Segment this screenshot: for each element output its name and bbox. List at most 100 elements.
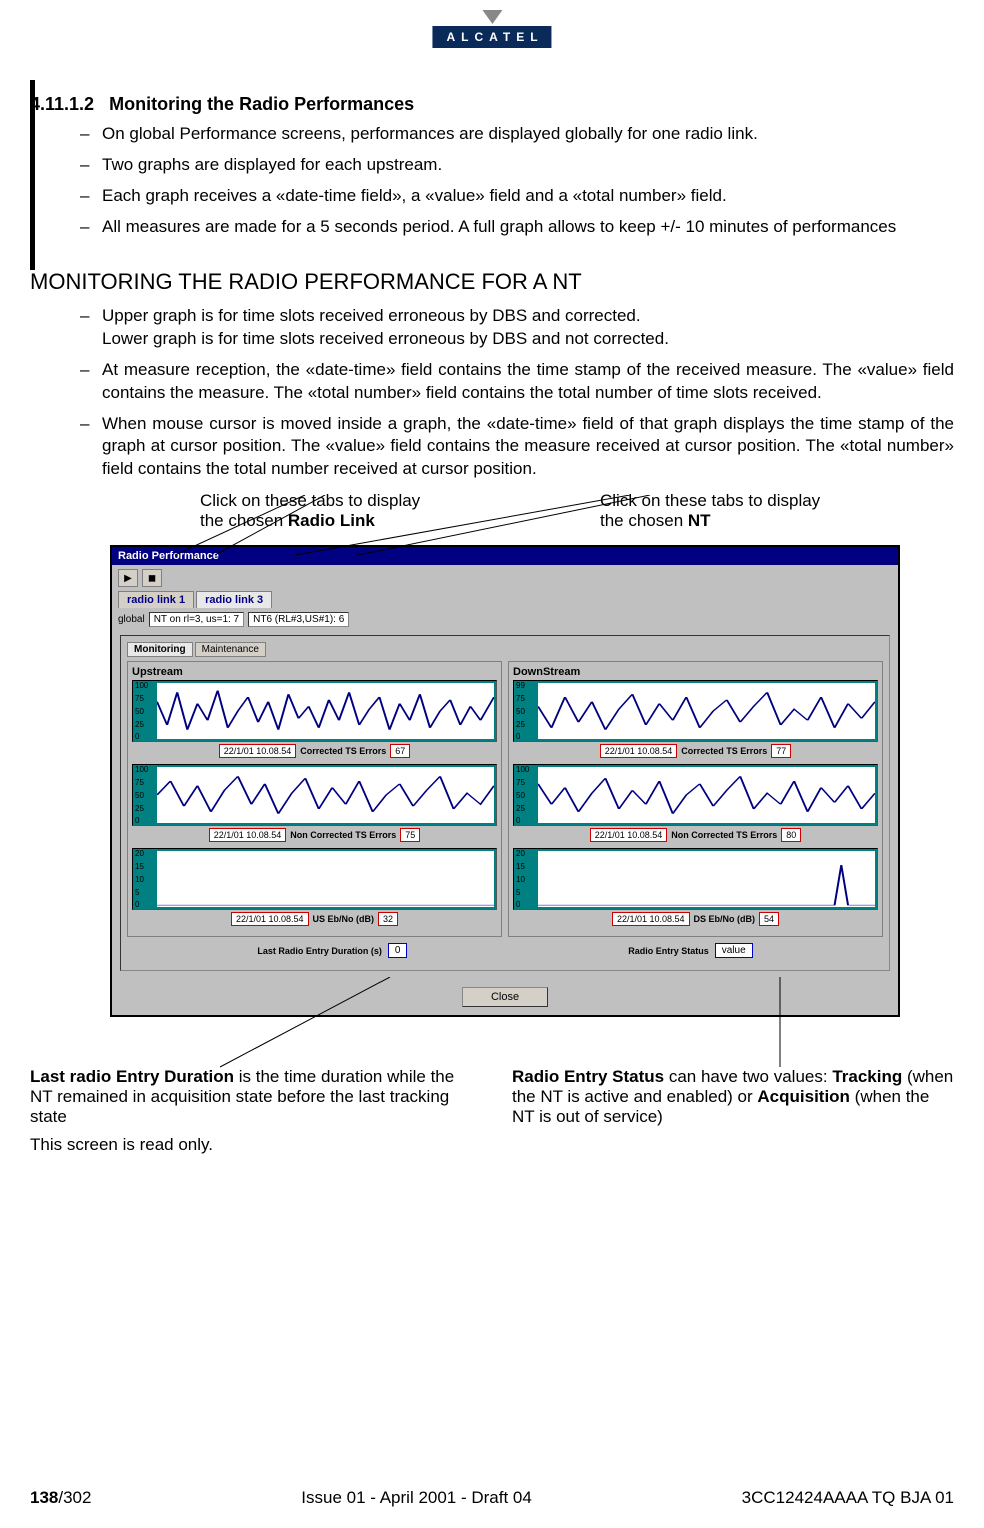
callout-text: the chosen [200, 511, 288, 530]
value-field: 77 [771, 744, 791, 758]
value-field: 75 [400, 828, 420, 842]
ytick: 0 [135, 900, 144, 909]
page-footer: 138/302 Issue 01 - April 2001 - Draft 04… [30, 1488, 954, 1508]
callout-text: can have two values: [664, 1067, 832, 1086]
ytick: 50 [135, 791, 148, 800]
ytick: 20 [516, 849, 525, 858]
ytick: 50 [516, 791, 529, 800]
ytick: 100 [516, 765, 529, 774]
callout-bold: Radio Entry Status [512, 1067, 664, 1086]
list-item: Each graph receives a «date-time field»,… [80, 185, 954, 208]
footer-center: Issue 01 - April 2001 - Draft 04 [301, 1488, 532, 1508]
ytick: 5 [516, 888, 525, 897]
ytick: 25 [135, 804, 148, 813]
nt-tab-1[interactable]: NT on rl=3, us=1: 7 [149, 612, 244, 627]
close-button[interactable]: Close [462, 987, 548, 1007]
toolbar-icon[interactable]: ◼ [142, 569, 162, 587]
list-item: On global Performance screens, performan… [80, 123, 954, 146]
tab-radio-link-1[interactable]: radio link 1 [118, 591, 194, 608]
chart-upstream-corrected: 1007550250 [132, 680, 497, 742]
ytick: 25 [516, 720, 525, 729]
callout-text: Click on these tabs to display [600, 491, 820, 510]
callout-bold: Last radio Entry Duration [30, 1067, 234, 1086]
radio-performance-window: Radio Performance ▶ ◼ radio link 1 radio… [110, 545, 900, 1017]
global-label: global [118, 614, 145, 625]
subsection-heading: MONITORING THE RADIO PERFORMANCE FOR A N… [30, 269, 954, 295]
logo-text: ALCATEL [432, 26, 551, 48]
window-titlebar: Radio Performance [112, 547, 898, 565]
chart-downstream-corrected: 99 75 50 25 0 [513, 680, 878, 742]
chart-label: Non Corrected TS Errors [671, 830, 777, 840]
ytick: 0 [516, 732, 525, 741]
ytick: 15 [135, 862, 144, 871]
window-toolbar: ▶ ◼ [112, 565, 898, 591]
readonly-note: This screen is read only. [30, 1135, 954, 1155]
chart-upstream-noncorrected: 1007550250 [132, 764, 497, 826]
ytick: 0 [516, 816, 529, 825]
field-label: Last Radio Entry Duration (s) [257, 946, 382, 956]
chart-label: Non Corrected TS Errors [290, 830, 396, 840]
list-item: Two graphs are displayed for each upstre… [80, 154, 954, 177]
callout-text: Click on these tabs to display [200, 491, 420, 510]
last-radio-entry-duration: Last Radio Entry Duration (s) 0 [257, 943, 407, 958]
tab-maintenance[interactable]: Maintenance [195, 642, 266, 657]
callout-bold: Acquisition [757, 1087, 850, 1106]
ytick: 50 [516, 707, 525, 716]
toolbar-icon[interactable]: ▶ [118, 569, 138, 587]
chart-label: Corrected TS Errors [300, 746, 386, 756]
tab-monitoring[interactable]: Monitoring [127, 642, 193, 657]
ytick: 10 [516, 875, 525, 884]
section-heading: 4.11.1.2 Monitoring the Radio Performanc… [30, 94, 954, 115]
change-bar [30, 80, 35, 270]
value-field: 67 [390, 744, 410, 758]
field-label: Radio Entry Status [628, 946, 709, 956]
date-time-field: 22/1/01 10.08.54 [219, 744, 297, 758]
downstream-title: DownStream [513, 664, 878, 680]
ytick: 75 [516, 694, 525, 703]
list-item: At measure reception, the «date-time» fi… [80, 359, 954, 405]
chart-downstream-noncorrected: 100 75 50 25 0 [513, 764, 878, 826]
ytick: 100 [135, 681, 148, 690]
date-time-field: 22/1/01 10.08.54 [231, 912, 309, 926]
ytick: 10 [135, 875, 144, 884]
callout-bold: Tracking [832, 1067, 902, 1086]
section-title: Monitoring the Radio Performances [109, 94, 414, 114]
page-number: 138/302 [30, 1488, 91, 1508]
nt-tab-2[interactable]: NT6 (RL#3,US#1): 6 [248, 612, 349, 627]
chart-label: Corrected TS Errors [681, 746, 767, 756]
value-field: 54 [759, 912, 779, 926]
date-time-field: 22/1/01 10.08.54 [209, 828, 287, 842]
list-item: When mouse cursor is moved inside a grap… [80, 413, 954, 482]
ytick: 50 [135, 707, 148, 716]
ytick: 99 [516, 681, 525, 690]
date-time-field: 22/1/01 10.08.54 [590, 828, 668, 842]
chart-label: US Eb/No (dB) [313, 914, 375, 924]
date-time-field: 22/1/01 10.08.54 [600, 744, 678, 758]
callout-radio-link: Click on these tabs to display the chose… [200, 491, 500, 531]
ytick: 0 [516, 900, 525, 909]
ytick: 25 [135, 720, 148, 729]
callout-nt: Click on these tabs to display the chose… [600, 491, 900, 531]
ytick: 75 [516, 778, 529, 787]
callout-bold: Radio Link [288, 511, 375, 530]
section-number: 4.11.1.2 [30, 94, 94, 114]
ytick: 75 [135, 778, 148, 787]
brand-logo: ALCATEL [432, 10, 551, 48]
ytick: 25 [516, 804, 529, 813]
list-item: All measures are made for a 5 seconds pe… [80, 216, 954, 239]
chart-upstream-ebno: 20151050 [132, 848, 497, 910]
chart-downstream-ebno: 20151050 [513, 848, 878, 910]
chart-label: DS Eb/No (dB) [694, 914, 756, 924]
ytick: 5 [135, 888, 144, 897]
nt-selector-bar: global NT on rl=3, us=1: 7 NT6 (RL#3,US#… [112, 608, 898, 631]
bullet-list-a: On global Performance screens, performan… [30, 123, 954, 239]
downstream-panel: DownStream 997550250 22/1/01 10.08.54 Co… [508, 661, 883, 937]
callout-bold: NT [688, 511, 711, 530]
callout-radio-status: Radio Entry Status can have two values: … [512, 1067, 954, 1127]
tab-radio-link-3[interactable]: radio link 3 [196, 591, 272, 608]
radio-link-tabs: radio link 1 radio link 3 [112, 591, 898, 608]
callout-text: the chosen [600, 511, 688, 530]
list-item: Upper graph is for time slots received e… [80, 305, 954, 351]
callout-last-entry: Last radio Entry Duration is the time du… [30, 1067, 472, 1127]
ytick: 75 [135, 694, 148, 703]
